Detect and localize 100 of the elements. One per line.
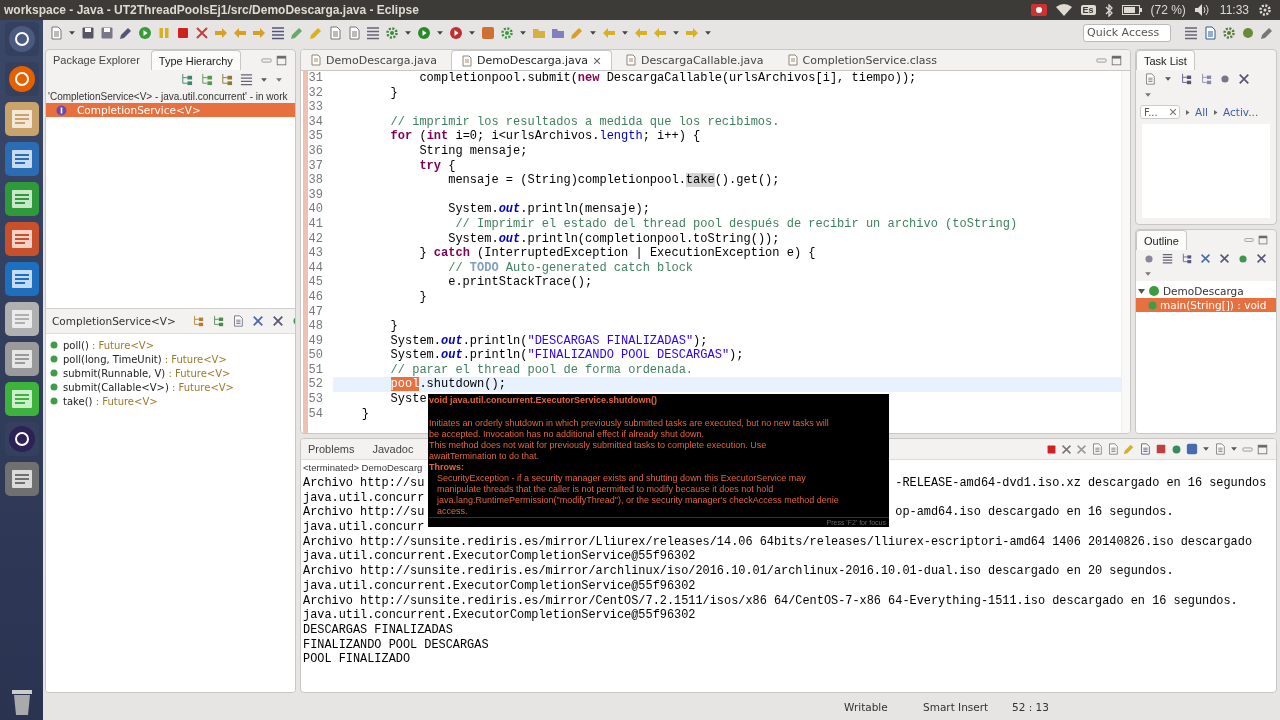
close-all-icon[interactable] xyxy=(1076,443,1087,455)
console-header: <terminated> DemoDescarg xyxy=(303,461,423,475)
document-icon[interactable] xyxy=(1214,443,1226,455)
list-icon[interactable] xyxy=(1162,253,1173,264)
member-item[interactable]: take() : Future<V> xyxy=(46,394,295,408)
editor-tab[interactable]: DescargaCallable.java xyxy=(616,50,774,70)
java-file-icon xyxy=(626,54,637,66)
line-number: 52 xyxy=(308,377,323,393)
member-item[interactable]: submit(Callable<V>) : Future<V> xyxy=(46,380,295,394)
caret-icon[interactable] xyxy=(519,28,527,37)
square-icon[interactable] xyxy=(481,25,495,40)
caret-icon[interactable] xyxy=(404,28,412,37)
editor-tab[interactable]: DemoDescarga.java xyxy=(301,50,448,70)
list-icon[interactable] xyxy=(240,73,253,86)
document-icon[interactable] xyxy=(1144,73,1156,85)
play-icon[interactable] xyxy=(138,25,152,40)
stop-icon[interactable] xyxy=(1046,443,1057,455)
code-line: Syste xyxy=(389,392,427,407)
document-icon[interactable] xyxy=(1091,443,1103,455)
line-number: 46 xyxy=(308,289,323,305)
caret-icon[interactable] xyxy=(1230,445,1238,453)
document-icon[interactable] xyxy=(49,25,63,40)
record-icon[interactable] xyxy=(1030,4,1047,16)
caret-icon[interactable] xyxy=(704,28,712,37)
close-icon[interactable] xyxy=(1061,443,1072,455)
hierarchy-icon[interactable] xyxy=(211,315,224,327)
view-tab[interactable]: Problems xyxy=(301,439,362,459)
play-icon[interactable] xyxy=(449,25,463,40)
close-icon[interactable] xyxy=(593,56,602,65)
gear-icon[interactable] xyxy=(1222,25,1236,40)
maximize-icon[interactable] xyxy=(1257,443,1268,455)
quick-access-field[interactable]: Quick Access xyxy=(1083,23,1171,42)
wifi-icon[interactable] xyxy=(1055,4,1072,16)
list-icon[interactable] xyxy=(366,25,380,40)
maximize-icon[interactable] xyxy=(1111,54,1122,66)
console-line: -RELEASE-amd64-dvd1.iso.xz descargado en 16 segundos xyxy=(895,476,1267,491)
document-icon[interactable] xyxy=(347,25,361,40)
document-icon[interactable] xyxy=(1139,443,1151,455)
document-icon[interactable] xyxy=(4,142,39,176)
line-number: 34 xyxy=(308,114,323,130)
view-tab[interactable]: Outline xyxy=(1136,230,1187,250)
clear-icon[interactable] xyxy=(1169,108,1177,116)
battery-icon[interactable] xyxy=(1121,5,1142,15)
hierarchy-icon[interactable] xyxy=(1180,73,1192,85)
caret-icon[interactable] xyxy=(1202,445,1210,453)
member-item[interactable]: poll() : Future<V> xyxy=(46,338,295,352)
expand-arrow-icon[interactable] xyxy=(1138,287,1145,295)
console-line: java.util.concurrent.ExecutorCompletionService@55f96302 xyxy=(303,549,696,564)
view-tab[interactable]: Task List xyxy=(1136,50,1195,70)
view-tab[interactable]: Package Explorer xyxy=(46,50,147,70)
stop-icon[interactable] xyxy=(1155,443,1167,455)
pencil-icon[interactable] xyxy=(1260,25,1274,40)
caret-icon[interactable] xyxy=(1144,91,1152,99)
status-text: Smart Insert xyxy=(923,700,990,713)
caret-icon[interactable] xyxy=(672,28,680,37)
dot-icon[interactable] xyxy=(1220,74,1230,84)
document-icon[interactable] xyxy=(328,25,342,40)
grid-icon[interactable] xyxy=(1184,25,1198,40)
dot-icon[interactable] xyxy=(1238,253,1248,264)
hierarchy-icon[interactable] xyxy=(191,315,204,327)
member-item[interactable]: submit(Runnable, V) : Future<V> xyxy=(46,366,295,380)
caret-icon[interactable] xyxy=(436,28,444,37)
editor-tab[interactable]: CompletionService.class xyxy=(777,50,947,70)
view-tab[interactable]: Type Hierarchy xyxy=(150,50,241,70)
hierarchy-icon[interactable] xyxy=(180,73,193,86)
caret-icon[interactable] xyxy=(68,28,76,37)
hierarchy-icon[interactable] xyxy=(1200,73,1212,85)
dot-icon[interactable] xyxy=(1144,253,1154,264)
code-line: mensaje = (String)completionpool.take().get(); xyxy=(447,173,780,188)
caret-icon[interactable] xyxy=(1164,75,1172,83)
member-item[interactable]: poll(long, TimeUnit) : Future<V> xyxy=(46,352,295,366)
keyboard-layout-indicator[interactable]: Es xyxy=(1080,5,1096,15)
volume-icon[interactable] xyxy=(1194,4,1211,16)
pencil-icon[interactable] xyxy=(119,25,133,40)
play-icon[interactable] xyxy=(417,25,431,40)
code-line: System.out.println("FINALIZANDO POOL DESCARGAS"); xyxy=(389,348,744,363)
console-line: op-amd64.iso descargado en 16 segundos. xyxy=(895,505,1174,521)
code-line: System.out.println(mensaje); xyxy=(447,202,650,217)
floppy-icon[interactable] xyxy=(81,25,95,40)
cross-icon[interactable] xyxy=(195,25,209,40)
list-icon[interactable] xyxy=(271,25,285,40)
hierarchy-icon[interactable] xyxy=(220,73,233,86)
filter-field[interactable]: F... xyxy=(1140,105,1180,119)
bluetooth-icon[interactable] xyxy=(1104,3,1113,17)
line-number: 37 xyxy=(308,158,323,174)
maximize-icon[interactable] xyxy=(1258,235,1268,245)
caret-icon[interactable] xyxy=(621,28,629,37)
stop-icon[interactable] xyxy=(176,25,190,40)
view-tab[interactable]: Javadoc xyxy=(365,439,421,459)
hierarchy-icon[interactable] xyxy=(200,73,213,86)
link[interactable]: All xyxy=(1195,106,1209,118)
caret-icon[interactable] xyxy=(468,28,476,37)
editor-tab[interactable]: DemoDescarga.java xyxy=(451,50,613,70)
floppy-icon[interactable] xyxy=(100,25,114,40)
maximize-icon[interactable] xyxy=(276,54,287,66)
document-icon[interactable] xyxy=(1107,443,1119,455)
link[interactable]: Activ... xyxy=(1223,106,1259,118)
outline-item[interactable]: DemoDescarga xyxy=(1136,284,1276,298)
caret-icon[interactable] xyxy=(589,28,597,37)
caret-icon[interactable] xyxy=(1144,270,1152,278)
